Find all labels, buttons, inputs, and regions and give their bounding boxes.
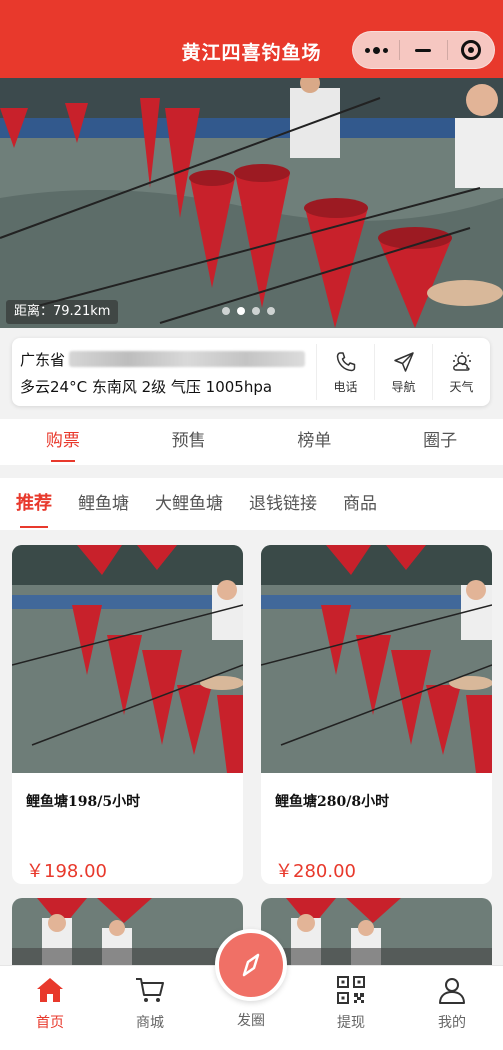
- more-button[interactable]: [353, 32, 399, 68]
- phone-icon: [336, 351, 355, 371]
- product-card[interactable]: 鲤鱼塘198/5小时 ￥198.00: [12, 545, 243, 884]
- address-redacted: [69, 351, 306, 367]
- product-image: [12, 898, 243, 965]
- qr-code-icon: [337, 976, 365, 1004]
- category-tab-big-carp-pond[interactable]: 大鲤鱼塘: [155, 478, 223, 530]
- carousel-dot: [222, 307, 230, 315]
- close-button[interactable]: [448, 32, 494, 68]
- product-name: 鲤鱼塘198/5小时: [26, 794, 141, 810]
- banner-carousel[interactable]: [0, 78, 503, 328]
- product-image: [261, 545, 492, 773]
- home-icon: [37, 978, 63, 1002]
- weather-icon: [452, 351, 471, 371]
- category-tab-carp-pond[interactable]: 鲤鱼塘: [78, 478, 129, 530]
- mini-program-capsule: [352, 31, 495, 69]
- category-tab-refund-link[interactable]: 退钱链接: [249, 478, 317, 530]
- nav-mall[interactable]: 商城: [110, 974, 190, 1032]
- weather-label: 天气: [449, 379, 474, 394]
- product-card[interactable]: [261, 898, 492, 965]
- minimize-icon: [415, 48, 432, 52]
- distance-badge: 距离：79.21km: [6, 300, 119, 324]
- product-name: 鲤鱼塘280/8小时: [275, 794, 390, 810]
- weather-button[interactable]: 天气: [432, 344, 490, 400]
- category-tab-products[interactable]: 商品: [343, 478, 377, 530]
- tab-circle[interactable]: 圈子: [377, 419, 503, 465]
- category-tabs: 推荐 鲤鱼塘 大鲤鱼塘 退钱链接 商品: [0, 478, 503, 530]
- navigation-button[interactable]: 导航: [374, 344, 432, 400]
- weather-text: 多云24°C 东南风 2级 气压 1005hpa: [20, 378, 273, 396]
- nav-profile[interactable]: 我的: [412, 974, 492, 1032]
- nav-profile-label: 我的: [438, 1015, 466, 1031]
- user-icon: [439, 978, 465, 1004]
- carousel-indicator: [222, 307, 275, 315]
- target-close-icon: [460, 40, 481, 60]
- more-dots-icon: [364, 46, 388, 54]
- product-price: ￥280.00: [275, 861, 356, 882]
- nav-withdraw-label: 提现: [337, 1015, 365, 1031]
- minimize-button[interactable]: [400, 32, 446, 68]
- tab-presale[interactable]: 预售: [126, 419, 252, 465]
- banner-photo: [0, 78, 503, 328]
- product-image: [261, 898, 492, 965]
- nav-home[interactable]: 首页: [10, 974, 90, 1032]
- app-header: 黄江四喜钓鱼场: [0, 0, 503, 78]
- nav-mall-label: 商城: [136, 1015, 164, 1031]
- venue-info-card: 广东省 多云24°C 东南风 2级 气压 1005hpa 电话 导航 天气: [12, 338, 490, 406]
- phone-label: 电话: [333, 379, 358, 394]
- post-circle-button[interactable]: [215, 929, 287, 1001]
- carousel-dot-active: [237, 307, 245, 315]
- product-price: ￥198.00: [26, 861, 107, 882]
- phone-button[interactable]: 电话: [316, 344, 374, 400]
- main-tabs: 购票 预售 榜单 圈子: [0, 419, 503, 465]
- address-prefix: 广东省: [20, 350, 66, 369]
- carousel-dot: [267, 307, 275, 315]
- navigation-label: 导航: [391, 379, 416, 394]
- navigation-icon: [393, 351, 414, 372]
- nav-withdraw[interactable]: 提现: [311, 974, 391, 1032]
- nav-post-label: 发圈: [237, 1013, 265, 1029]
- product-grid: 鲤鱼塘198/5小时 ￥198.00 鲤鱼塘280/8小时 ￥280.00: [0, 530, 503, 965]
- nav-home-label: 首页: [36, 1015, 64, 1031]
- category-tab-recommend[interactable]: 推荐: [16, 478, 52, 530]
- cart-icon: [136, 978, 164, 1002]
- product-card[interactable]: [12, 898, 243, 965]
- tab-buy-ticket[interactable]: 购票: [0, 419, 126, 465]
- carousel-dot: [252, 307, 260, 315]
- compass-icon: [242, 953, 260, 977]
- product-image: [12, 545, 243, 773]
- tab-ranking[interactable]: 榜单: [252, 419, 378, 465]
- product-card[interactable]: 鲤鱼塘280/8小时 ￥280.00: [261, 545, 492, 884]
